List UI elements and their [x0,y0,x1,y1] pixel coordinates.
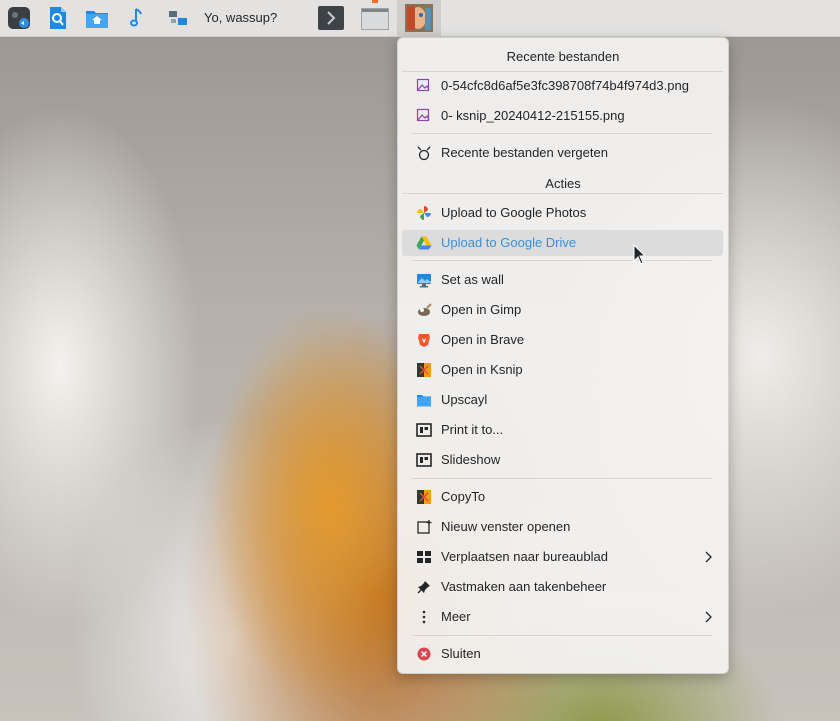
taskbar-task-file-manager[interactable] [357,0,393,36]
taskbar-task-image[interactable] [397,0,441,36]
slideshow-icon [416,453,432,467]
menu-separator [412,133,712,134]
taskbar: Yo, wassup? [0,0,840,37]
gimp-icon [418,303,432,316]
network-icon[interactable] [166,6,190,30]
mouse-cursor-icon [633,244,647,265]
attention-indicator [372,0,378,3]
home-folder-icon[interactable] [85,6,109,30]
action-label: Slideshow [441,452,501,467]
action-label: Upscayl [441,392,488,407]
close-circle-icon [417,647,431,661]
google-drive-icon [416,236,432,250]
window-new-window[interactable]: Nieuw venster openen [402,514,723,540]
window-copy-to[interactable]: CopyTo [402,484,723,510]
action-label: Upload to Google Drive [441,235,577,250]
forget-recent-files[interactable]: Recente bestanden vergeten [402,140,723,166]
action-label: Set as wall [441,272,504,287]
window-item-label: Vastmaken aan takenbeheer [441,579,607,594]
window-move-to-desktop[interactable]: Verplaatsen naar bureaublad [402,544,723,570]
file-manager-icon [361,8,389,30]
ksnip-icon [417,490,431,504]
image-file-icon [416,78,430,92]
upscayl-folder-icon [417,395,431,407]
actions-header: Acties [545,176,581,191]
google-photos-icon [417,206,431,220]
action-print-it-to[interactable]: Print it to... [402,417,723,443]
window-pin-to-taskbar[interactable]: Vastmaken aan takenbeheer [402,574,723,600]
recent-files-header: Recente bestanden [506,49,620,64]
window-more[interactable]: Meer [402,604,723,630]
more-vertical-icon [422,610,426,624]
action-open-in-brave[interactable]: Open in Brave [402,327,723,353]
context-menu: Recente bestanden 0-54cfc8d6af5e3fc39870… [397,37,729,674]
pin-icon [417,581,430,594]
menu-separator [402,193,723,194]
action-set-as-wall[interactable]: Set as wall [402,267,723,293]
terminal-icon [318,6,344,30]
taskbar-task-terminal[interactable] [316,0,346,36]
recent-file-label: 0-54cfc8d6af5e3fc398708f74b4f974d3.png [441,78,689,93]
slideshow-icon [416,423,432,437]
action-slideshow[interactable]: Slideshow [402,447,723,473]
image-viewer-icon[interactable] [46,6,70,30]
menu-separator [412,478,712,479]
action-upload-google-photos[interactable]: Upload to Google Photos [402,200,723,226]
action-open-in-gimp[interactable]: Open in Gimp [402,297,723,323]
brave-icon [418,334,430,347]
wallpaper-icon [417,274,431,288]
close-window[interactable]: Sluiten [402,641,723,667]
recent-file-label: 0- ksnip_20240412-215155.png [441,108,625,123]
image-file-icon [416,108,430,122]
action-upscayl[interactable]: Upscayl [402,387,723,413]
app-launcher-icon[interactable] [7,6,31,30]
action-open-in-ksnip[interactable]: Open in Ksnip [402,357,723,383]
window-item-label: Meer [441,609,471,624]
music-note-icon[interactable] [125,6,149,30]
menu-separator [402,71,723,72]
ksnip-icon [417,363,431,377]
window-item-label: Nieuw venster openen [441,519,571,534]
image-thumbnail-icon [405,4,433,32]
active-window-title[interactable]: Yo, wassup? [204,10,277,25]
action-label: Open in Ksnip [441,362,523,377]
menu-separator [412,635,712,636]
clear-history-icon [417,146,431,161]
menu-separator [412,260,712,261]
window-item-label: CopyTo [441,489,486,504]
virtual-desktops-icon [417,551,431,563]
new-window-icon [417,520,432,534]
action-upload-google-drive[interactable]: Upload to Google Drive [402,230,723,256]
action-label: Upload to Google Photos [441,205,587,220]
forget-recent-label: Recente bestanden vergeten [441,145,608,160]
recent-file-2[interactable]: 0- ksnip_20240412-215155.png [402,103,723,129]
action-label: Open in Brave [441,332,525,347]
chevron-right-icon [705,551,712,563]
chevron-right-icon [705,611,712,623]
action-label: Open in Gimp [441,302,522,317]
action-label: Print it to... [441,422,504,437]
window-item-label: Verplaatsen naar bureaublad [441,549,608,564]
recent-file-1[interactable]: 0-54cfc8d6af5e3fc398708f74b4f974d3.png [402,73,723,99]
close-label: Sluiten [441,646,481,661]
